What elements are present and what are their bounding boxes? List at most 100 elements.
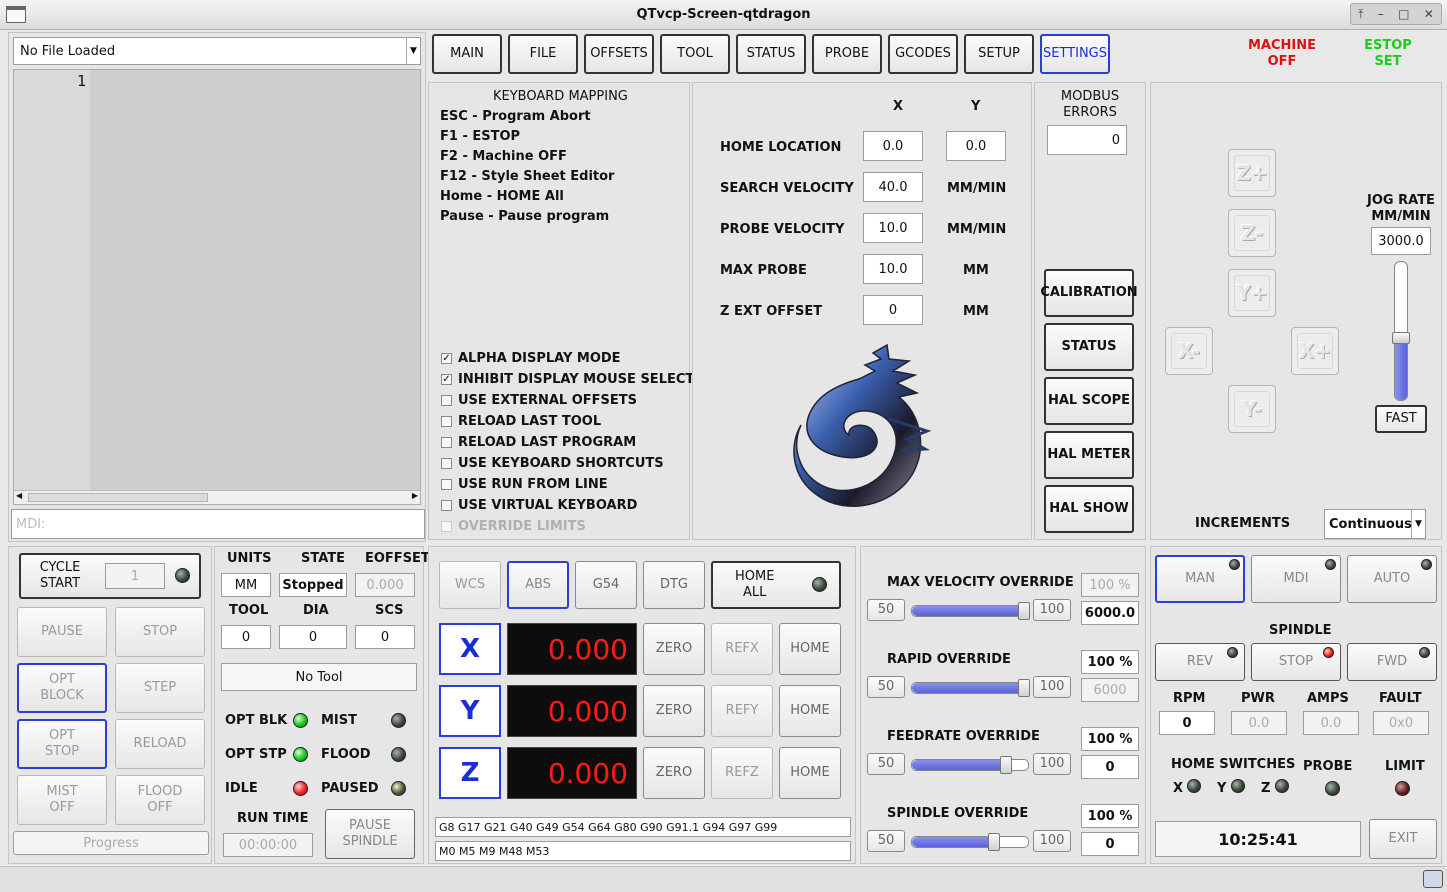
option-label[interactable]: USE RUN FROM LINE xyxy=(458,477,608,492)
checkbox-reload-last-program[interactable] xyxy=(441,437,452,448)
checkbox-reload-last-tool[interactable] xyxy=(441,416,452,427)
tab-file[interactable]: FILE xyxy=(508,34,578,74)
tab-tool[interactable]: TOOL xyxy=(660,34,730,74)
ref-x-button[interactable]: REFX xyxy=(711,623,773,675)
home-z-button[interactable]: HOME xyxy=(779,747,841,799)
jog-y-plus-button[interactable]: Y+ xyxy=(1228,269,1276,317)
probe-x-field[interactable]: 10.0 xyxy=(863,213,923,243)
horizontal-scrollbar[interactable]: ◀ ▶ xyxy=(14,490,420,504)
option-label[interactable]: RELOAD LAST PROGRAM xyxy=(458,435,636,450)
pause-button[interactable]: PAUSE xyxy=(17,607,107,657)
abs-button[interactable]: ABS xyxy=(507,561,569,609)
override-max-button[interactable]: 100 xyxy=(1033,599,1071,621)
override-max-button[interactable]: 100 xyxy=(1033,830,1071,852)
override-min-button[interactable]: 50 xyxy=(867,676,905,698)
option-label[interactable]: INHIBIT DISPLAY MOUSE SELECT xyxy=(458,372,694,387)
zero-z-button[interactable]: ZERO xyxy=(643,747,705,799)
axis-y-button[interactable]: Y xyxy=(439,685,501,737)
jog-x-plus-button[interactable]: X+ xyxy=(1291,327,1339,375)
hal-scope-button[interactable]: HAL SCOPE xyxy=(1044,377,1134,425)
max-velocity-override-slider[interactable] xyxy=(911,602,1030,620)
hal-show-button[interactable]: HAL SHOW xyxy=(1044,485,1134,533)
jog-rate-field[interactable]: 3000.0 xyxy=(1371,227,1431,255)
slider-handle[interactable] xyxy=(1018,602,1030,620)
scroll-right-icon[interactable]: ▶ xyxy=(412,491,418,500)
g54-button[interactable]: G54 xyxy=(575,561,637,609)
probe-x-field[interactable]: 40.0 xyxy=(863,172,923,202)
checkbox-use-keyboard-shortcuts[interactable] xyxy=(441,458,452,469)
probe-x-field[interactable]: 10.0 xyxy=(863,254,923,284)
stop-button[interactable]: STOP xyxy=(115,607,205,657)
checkbox-use-run-from-line[interactable] xyxy=(441,479,452,490)
hal-meter-button[interactable]: HAL METER xyxy=(1044,431,1134,479)
override-min-button[interactable]: 50 xyxy=(867,599,905,621)
slider-handle[interactable] xyxy=(1018,679,1030,697)
cycle-start-line[interactable]: 1 xyxy=(105,563,165,589)
probe-x-field[interactable]: 0.0 xyxy=(863,131,923,161)
option-label[interactable]: USE KEYBOARD SHORTCUTS xyxy=(458,456,664,471)
maximize-icon[interactable]: □ xyxy=(1398,7,1409,21)
status-button[interactable]: STATUS xyxy=(1044,323,1134,371)
ref-y-button[interactable]: REFY xyxy=(711,685,773,737)
checkbox-inhibit-display-mouse-select[interactable]: ✓ xyxy=(441,374,452,385)
ref-z-button[interactable]: REFZ xyxy=(711,747,773,799)
tab-gcodes[interactable]: GCODES xyxy=(888,34,958,74)
zero-y-button[interactable]: ZERO xyxy=(643,685,705,737)
tab-main[interactable]: MAIN xyxy=(432,34,502,74)
tab-setup[interactable]: SETUP xyxy=(964,34,1034,74)
option-label[interactable]: USE VIRTUAL KEYBOARD xyxy=(458,498,637,513)
jog-z-plus-button[interactable]: Z+ xyxy=(1228,149,1276,197)
rapid-override-slider[interactable] xyxy=(911,679,1030,697)
spindle-override-slider[interactable] xyxy=(911,833,1029,851)
tab-settings[interactable]: SETTINGS xyxy=(1040,34,1110,74)
reload-button[interactable]: RELOAD xyxy=(115,719,205,769)
tab-offsets[interactable]: OFFSETS xyxy=(584,34,654,74)
mist-off-button[interactable]: MIST OFF xyxy=(17,775,107,825)
scroll-left-icon[interactable]: ◀ xyxy=(16,491,22,500)
jog-rate-slider[interactable] xyxy=(1394,261,1408,401)
step-button[interactable]: STEP xyxy=(115,663,205,713)
shade-icon[interactable]: ⤒ xyxy=(1358,7,1363,22)
option-label[interactable]: OVERRIDE LIMITS xyxy=(458,519,586,534)
zero-x-button[interactable]: ZERO xyxy=(643,623,705,675)
fast-button[interactable]: FAST xyxy=(1375,405,1427,433)
override-max-button[interactable]: 100 xyxy=(1033,753,1071,775)
status-bar-icon[interactable] xyxy=(1423,870,1443,888)
file-selector[interactable]: No File Loaded ▼ xyxy=(13,37,421,65)
opt-stop-button[interactable]: OPT STOP xyxy=(17,719,107,769)
override-max-button[interactable]: 100 xyxy=(1033,676,1071,698)
override-min-button[interactable]: 50 xyxy=(867,830,905,852)
tab-probe[interactable]: PROBE xyxy=(812,34,882,74)
checkbox-override-limits[interactable] xyxy=(441,521,452,532)
jog-z-minus-button[interactable]: Z- xyxy=(1228,209,1276,257)
axis-x-button[interactable]: X xyxy=(439,623,501,675)
probe-x-field[interactable]: 0 xyxy=(863,295,923,325)
increments-select[interactable]: Continuous ▼ xyxy=(1324,509,1426,539)
home-x-button[interactable]: HOME xyxy=(779,623,841,675)
home-y-button[interactable]: HOME xyxy=(779,685,841,737)
mdi-input[interactable]: MDI: xyxy=(11,509,425,539)
slider-handle[interactable] xyxy=(999,756,1012,774)
feedrate-override-slider[interactable] xyxy=(911,756,1029,774)
option-label[interactable]: USE EXTERNAL OFFSETS xyxy=(458,393,637,408)
wcs-button[interactable]: WCS xyxy=(439,561,501,609)
close-icon[interactable]: ✕ xyxy=(1424,7,1434,21)
minimize-icon[interactable]: – xyxy=(1378,7,1384,21)
jog-y-minus-button[interactable]: Y- xyxy=(1228,385,1276,433)
pause-spindle-button[interactable]: PAUSE SPINDLE xyxy=(325,809,415,859)
checkbox-alpha-display-mode[interactable]: ✓ xyxy=(441,353,452,364)
checkbox-use-external-offsets[interactable] xyxy=(441,395,452,406)
checkbox-use-virtual-keyboard[interactable] xyxy=(441,500,452,511)
jog-rate-handle[interactable] xyxy=(1392,332,1410,344)
slider-handle[interactable] xyxy=(988,833,1001,851)
axis-z-button[interactable]: Z xyxy=(439,747,501,799)
gcode-editor[interactable]: 1 ◀ ▶ xyxy=(13,69,421,505)
exit-button[interactable]: EXIT xyxy=(1369,819,1437,859)
option-label[interactable]: RELOAD LAST TOOL xyxy=(458,414,601,429)
calibration-button[interactable]: CALIBRATION xyxy=(1040,269,1138,317)
opt-block-button[interactable]: OPT BLOCK xyxy=(17,663,107,713)
jog-x-minus-button[interactable]: X- xyxy=(1165,327,1213,375)
option-label[interactable]: ALPHA DISPLAY MODE xyxy=(458,351,621,366)
flood-off-button[interactable]: FLOOD OFF xyxy=(115,775,205,825)
dtg-button[interactable]: DTG xyxy=(643,561,705,609)
